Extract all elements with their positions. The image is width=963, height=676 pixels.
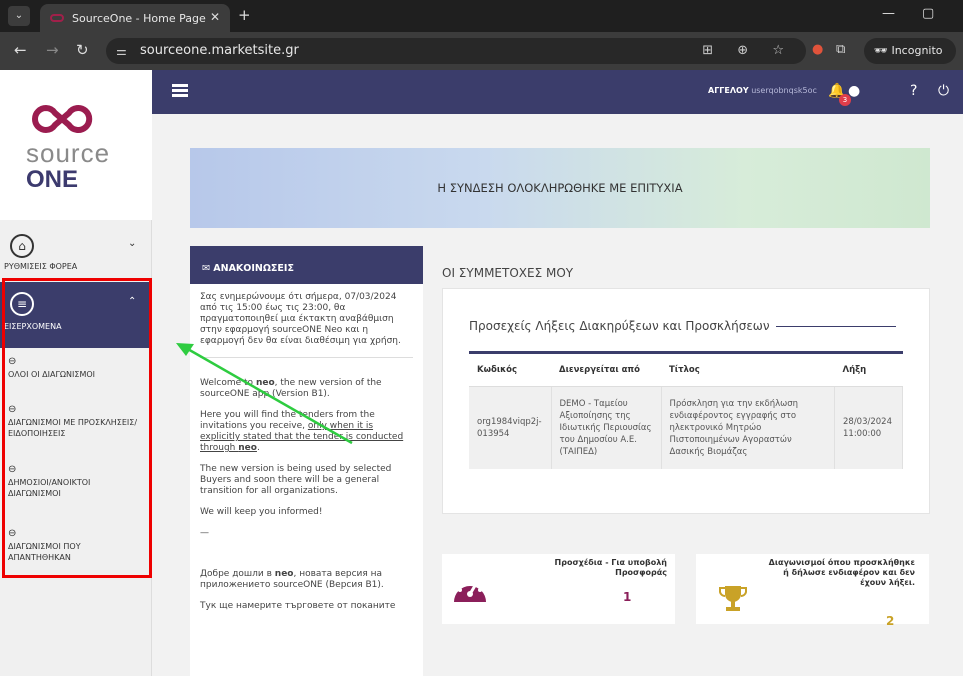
user-info[interactable]: ΑΓΓΕΛΟΥ userqobnqsk5oc <box>708 86 817 95</box>
sidebar-subitem-all[interactable]: ⊖ ΟΛΟΙ ΟΙ ΔΙΑΓΩΝΙΣΜΟΙ <box>8 356 148 380</box>
chevron-up-icon: ⌃ <box>128 296 137 307</box>
menu-icon[interactable] <box>172 84 188 97</box>
minus-circle-icon: ⊖ <box>8 464 17 475</box>
subitem-label: ΔΗΜΟΣΙΟΙ/ΑΝΟΙΚΤΟΙ ΔΙΑΓΩΝΙΣΜΟΙ <box>8 478 91 498</box>
deadlines-title: Προσεχείς Λήξεις Διακηρύξεων και Προσκλή… <box>469 319 896 333</box>
dashboard-icon <box>454 582 486 602</box>
col-deadline[interactable]: Λήξη <box>834 351 903 387</box>
bank-icon: ⌂ <box>10 234 34 258</box>
favicon-icon <box>50 14 64 22</box>
tab-title: SourceOne - Home Page <box>72 11 206 25</box>
envelope-icon: ✉ <box>202 263 214 274</box>
cell-organizer: DEMO - Ταμείου Αξιοποίησης της Ιδιωτικής… <box>551 386 662 469</box>
sidebar-subitem-public[interactable]: ⊖ ΔΗΜΟΣΙΟΙ/ΑΝΟΙΚΤΟΙ ΔΙΑΓΩΝΙΣΜΟΙ <box>8 464 128 499</box>
announcement-text: — <box>200 528 209 538</box>
invitations-stat[interactable]: Διαγωνισμοί όπου προσκλήθηκε ή δήλωσε εν… <box>696 554 929 628</box>
invitations-count: 2 <box>886 614 895 628</box>
browser-tabstrip: ⌄ SourceOne - Home Page ✕ + — ▢ <box>0 0 963 32</box>
sidebar: source ONE ⌂ ⌄ ΡΥΘΜΙΣΕΙΣ ΦΟΡΕΑ ≡ ⌃ ΕΙΣΕΡ… <box>0 70 152 676</box>
deadlines-table: Κωδικός Διενεργείται από Τίτλος Λήξη org… <box>469 351 903 469</box>
cell-title[interactable]: Πρόσκληση για την εκδήλωση ενδιαφέροντος… <box>661 386 835 469</box>
announcement-text: We will keep you informed! <box>200 507 323 517</box>
sidebar-subitem-answered[interactable]: ⊖ ΔΙΑΓΩΝΙΣΜΟΙ ΠΟΥ ΑΠΑΝΤΗΘΗΚΑΝ <box>8 528 128 563</box>
tab-close-icon[interactable]: ✕ <box>210 10 220 24</box>
invitations-label: Διαγωνισμοί όπου προσκλήθηκε ή δήλωσε εν… <box>768 558 915 587</box>
reload-button[interactable]: ↻ <box>76 41 89 59</box>
minus-circle-icon: ⊖ <box>8 528 17 539</box>
notification-badge: 3 <box>839 94 851 106</box>
chevron-down-icon: ⌄ <box>128 238 137 249</box>
logo-word-source: source <box>26 138 111 168</box>
drafts-count: 1 <box>623 590 632 604</box>
user-surname: ΑΓΓΕΛΟΥ <box>708 86 749 95</box>
maximize-button[interactable]: ▢ <box>922 6 934 21</box>
cell-code[interactable]: org1984viqp2j-013954 <box>469 386 552 469</box>
cell-deadline: 28/03/2024 11:00:00 <box>834 386 903 469</box>
announcement-text: Тук ще намерите търговете от поканите <box>200 601 396 611</box>
announcements-title: ΑΝΑΚΟΙΝΩΣΕΙΣ <box>213 263 294 274</box>
participations-title: ΟΙ ΣΥΜΜΕΤΟΧΕΣ ΜΟΥ <box>442 266 574 280</box>
sidebar-item-inbox[interactable]: ≡ ⌃ ΕΙΣΕΡΧΟΜΕΝΑ <box>0 282 152 348</box>
subitem-label: ΔΙΑΓΩΝΙΣΜΟΙ ΠΟΥ ΑΠΑΝΤΗΘΗΚΑΝ <box>8 542 81 562</box>
subitem-label: ΔΙΑΓΩΝΙΣΜΟΙ ΜΕ ΠΡΟΣΚΛΗΣΕΙΣ/ΕΙΔΟΠΟΙΗΣΕΙΣ <box>8 418 138 438</box>
list-icon: ≡ <box>10 292 34 316</box>
settings-label: ΡΥΘΜΙΣΕΙΣ ΦΟΡΕΑ <box>4 262 78 271</box>
minus-circle-icon: ⊖ <box>8 404 17 415</box>
announcement-text: The new version is being used by selecte… <box>200 464 392 496</box>
app-topbar: ΑΓΓΕΛΟΥ userqobnqsk5oc ● 🔔 3 ? ⏻ <box>152 70 963 114</box>
address-bar-icons[interactable]: ⊞ ⊕ ☆ <box>702 38 794 64</box>
incognito-indicator[interactable]: 🕶 Incognito <box>864 38 956 64</box>
help-icon[interactable]: ? <box>910 83 917 99</box>
announcement-text: Добре дошли в neo, новата версия на прил… <box>200 569 384 590</box>
subitem-label: ΟΛΟΙ ΟΙ ΔΙΑΓΩΝΙΣΜΟΙ <box>8 370 95 379</box>
username: userqobnqsk5oc <box>751 86 817 95</box>
incognito-icon: 🕶 <box>874 44 892 57</box>
power-icon[interactable]: ⏻ <box>938 83 949 99</box>
trophy-icon <box>719 586 747 611</box>
site-info-icon[interactable]: ⚌ <box>116 38 127 64</box>
extensions-icon[interactable]: ⧉ <box>836 42 845 57</box>
tab-search-button[interactable]: ⌄ <box>8 6 30 26</box>
drafts-label: Προσχέδια - Για υποβολή Προσφοράς <box>554 558 667 577</box>
table-row[interactable]: org1984viqp2j-013954 DEMO - Ταμείου Αξιο… <box>469 386 903 469</box>
main-content: Η ΣΥΝΔΕΣΗ ΟΛΟΚΛΗΡΩΘΗΚΕ ΜΕ ΕΠΙΤΥΧΙΑ ✉ ΑΝΑ… <box>152 114 963 676</box>
col-organizer[interactable]: Διενεργείται από <box>551 351 661 387</box>
logo-icon <box>32 104 93 134</box>
announcements-body: Σας ενημερώνουμε ότι σήμερα, 07/03/2024 … <box>190 284 423 630</box>
url-text: sourceone.marketsite.gr <box>140 43 299 58</box>
browser-toolbar: ← → ↻ ⚌ sourceone.marketsite.gr ⊞ ⊕ ☆ ● … <box>0 32 963 70</box>
success-banner: Η ΣΥΝΔΕΣΗ ΟΛΟΚΛΗΡΩΘΗΚΕ ΜΕ ΕΠΙΤΥΧΙΑ <box>190 148 930 228</box>
divider <box>200 357 413 358</box>
sidebar-item-settings[interactable]: ⌂ ⌄ ΡΥΘΜΙΣΕΙΣ ΦΟΡΕΑ <box>0 228 152 278</box>
col-code[interactable]: Κωδικός <box>469 351 551 387</box>
ublock-icon[interactable]: ● <box>812 42 823 57</box>
banner-text: Η ΣΥΝΔΕΣΗ ΟΛΟΚΛΗΡΩΘΗΚΕ ΜΕ ΕΠΙΤΥΧΙΑ <box>437 181 683 195</box>
sidebar-subitem-invitations[interactable]: ⊖ ΔΙΑΓΩΝΙΣΜΟΙ ΜΕ ΠΡΟΣΚΛΗΣΕΙΣ/ΕΙΔΟΠΟΙΗΣΕΙ… <box>8 404 148 439</box>
minus-circle-icon: ⊖ <box>8 356 17 367</box>
drafts-stat[interactable]: Προσχέδια - Για υποβολή Προσφοράς 1 <box>442 554 675 624</box>
deadlines-card: Προσεχείς Λήξεις Διακηρύξεων και Προσκλή… <box>442 288 930 514</box>
logo[interactable]: source ONE <box>0 70 152 220</box>
new-tab-button[interactable]: + <box>238 6 251 24</box>
announcement-text: Here you will find the tenders from the … <box>200 410 404 453</box>
announcements-panel: ✉ ΑΝΑΚΟΙΝΩΣΕΙΣ Σας ενημερώνουμε ότι σήμε… <box>190 246 423 676</box>
forward-button[interactable]: → <box>46 41 59 59</box>
back-button[interactable]: ← <box>14 41 27 59</box>
inbox-label: ΕΙΣΕΡΧΟΜΕΝΑ <box>4 322 62 331</box>
announcement-text: Welcome to neo, the new version of the s… <box>200 378 382 399</box>
address-bar[interactable]: ⚌ sourceone.marketsite.gr ⊞ ⊕ ☆ <box>106 38 806 64</box>
announcements-header: ✉ ΑΝΑΚΟΙΝΩΣΕΙΣ <box>190 246 423 284</box>
minimize-button[interactable]: — <box>882 6 895 21</box>
browser-tab[interactable]: SourceOne - Home Page ✕ <box>40 4 230 32</box>
announcement-text: Σας ενημερώνουμε ότι σήμερα, 07/03/2024 … <box>200 292 401 346</box>
incognito-label: Incognito <box>891 44 943 57</box>
table-header-row: Κωδικός Διενεργείται από Τίτλος Λήξη <box>469 351 903 387</box>
logo-word-one: ONE <box>26 166 79 193</box>
col-title[interactable]: Τίτλος <box>661 351 835 387</box>
